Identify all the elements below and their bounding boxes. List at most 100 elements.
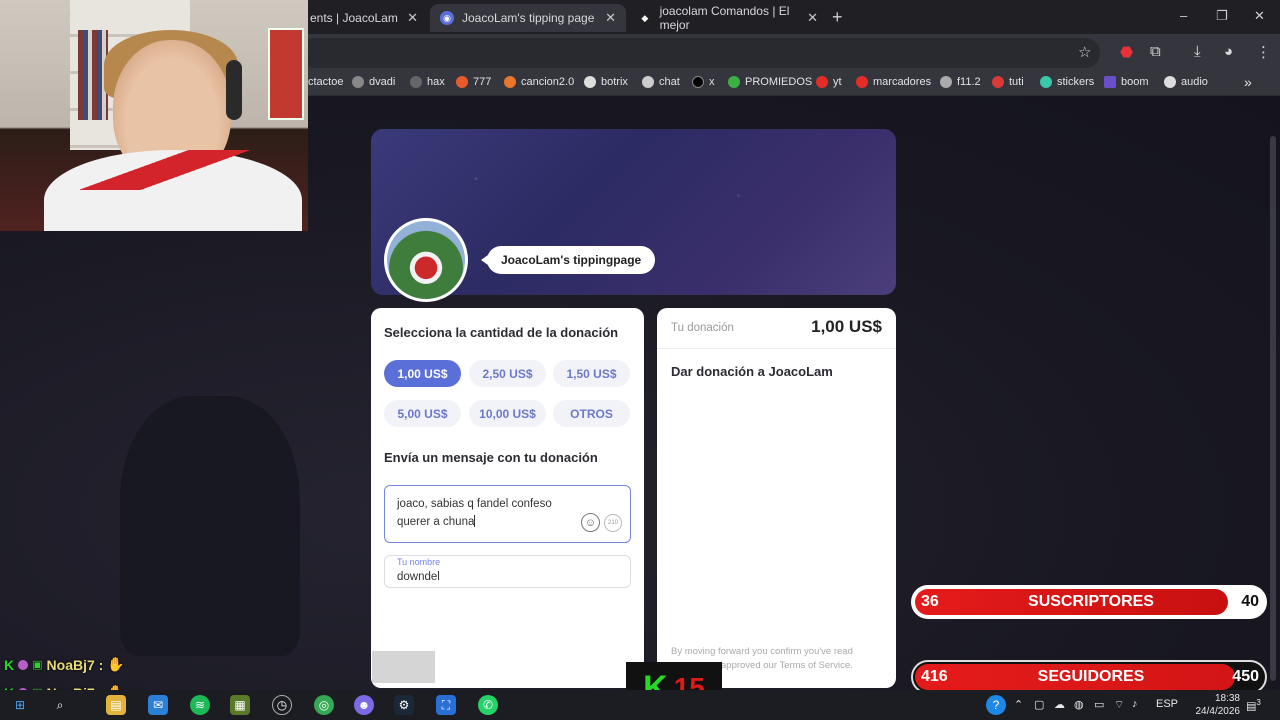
bookmark-item[interactable]: dvadi	[352, 76, 395, 88]
bookmark-star-icon[interactable]: ☆	[1078, 43, 1091, 61]
x-icon	[692, 76, 704, 88]
bookmark-item[interactable]: audio	[1164, 76, 1208, 88]
close-tab-icon[interactable]: ✕	[407, 10, 418, 26]
globe-icon	[352, 76, 364, 88]
file-explorer-icon[interactable]: ▤	[106, 695, 126, 715]
discord-icon[interactable]: ☻	[354, 695, 374, 715]
address-bar[interactable]	[300, 38, 1100, 68]
minecraft-icon[interactable]: ▦	[230, 695, 250, 715]
stickers-icon	[1040, 76, 1052, 88]
sub-badge-icon	[18, 659, 29, 670]
goal-label: SUSCRIPTORES	[1028, 593, 1154, 610]
youtube-icon	[856, 76, 868, 88]
goal-label: SEGUIDORES	[1037, 668, 1145, 685]
botrix-favicon-icon: ◆	[641, 12, 649, 23]
subscribers-goal-bar: SUSCRIPTORES 36 40	[911, 585, 1267, 619]
tray-app-icon[interactable]: ▢	[1034, 698, 1044, 711]
bookmark-item[interactable]: cancion2.0	[504, 76, 574, 88]
spotify-icon[interactable]: ≋	[190, 695, 210, 715]
tipping-favicon-icon: ◉	[440, 11, 454, 25]
amount-option-3[interactable]: 1,50 US$	[553, 360, 630, 387]
donation-amount: 1,00 US$	[811, 317, 882, 336]
close-tab-icon[interactable]: ✕	[807, 10, 818, 26]
bookmark-item[interactable]: boom	[1104, 76, 1149, 88]
bookmark-item[interactable]: x	[692, 76, 715, 88]
chat-username: NoaBj7 :	[46, 656, 104, 673]
tab-tipping-page[interactable]: ◉ JoacoLam's tipping page ✕	[430, 4, 626, 32]
audio-icon	[1164, 76, 1176, 88]
cloud-icon[interactable]: ☁	[1054, 698, 1065, 711]
emoji-picker-icon[interactable]: ☺	[581, 513, 600, 532]
name-label: Tu nombre	[397, 557, 441, 567]
minimize-icon[interactable]: –	[1180, 8, 1187, 23]
bookmark-item[interactable]: 777	[456, 76, 491, 88]
kick-badge: K	[4, 656, 15, 673]
menu-kebab-icon[interactable]: ⋮	[1256, 43, 1271, 61]
new-tab-button[interactable]: +	[832, 7, 843, 28]
amount-option-4[interactable]: 5,00 US$	[384, 400, 461, 427]
globe-icon	[940, 76, 952, 88]
amount-option-other[interactable]: OTROS	[553, 400, 630, 427]
gray-overlay-block	[372, 651, 435, 683]
message-heading: Envía un mensaje con tu donación	[384, 450, 598, 465]
divider	[657, 348, 896, 349]
amount-heading: Selecciona la cantidad de la donación	[384, 325, 619, 340]
bookmark-item[interactable]: botrix	[584, 76, 628, 88]
tray-misc-icon[interactable]: ◍	[1074, 698, 1084, 711]
search-icon[interactable]: ⌕	[50, 695, 70, 715]
donation-form-card: Selecciona la cantidad de la donación 1,…	[371, 308, 644, 688]
wifi-icon[interactable]: ⌔	[1114, 698, 1124, 712]
tray-chevron-icon[interactable]: ⌃	[1014, 698, 1023, 711]
mail-icon[interactable]: ✉	[148, 695, 168, 715]
goal-current: 36	[921, 593, 939, 610]
give-to-heading: Dar donación a JoacoLam	[671, 364, 833, 379]
chat-message: K ▣ NoaBj7 : ✋	[4, 656, 125, 673]
battery-icon[interactable]: ▭	[1094, 698, 1104, 711]
tab-label: JoacoLam's tipping page	[462, 11, 595, 25]
bookmark-item[interactable]: marcadores	[856, 76, 931, 88]
bookmarks-overflow-button[interactable]: »	[1244, 74, 1252, 90]
name-field[interactable]: Tu nombre downdel	[384, 555, 631, 588]
tuti-icon	[992, 76, 1004, 88]
bookmark-item[interactable]: hax	[410, 76, 445, 88]
bookmark-item[interactable]: stickers	[1040, 76, 1094, 88]
maximize-icon[interactable]: ❐	[1216, 8, 1228, 24]
clock-app-icon[interactable]: ◷	[272, 695, 292, 715]
download-icon[interactable]: ⤓	[1194, 43, 1201, 60]
headphones	[226, 60, 242, 120]
bookmark-item[interactable]: tuti	[992, 76, 1024, 88]
tab-achievements[interactable]: ents | JoacoLam ✕	[300, 4, 428, 32]
bookmark-item[interactable]: ctactoe	[308, 76, 343, 88]
whatsapp-icon[interactable]: ✆	[478, 695, 498, 715]
page-scrollbar[interactable]	[1270, 136, 1276, 681]
chrome-icon[interactable]: ◎	[314, 695, 334, 715]
gift-badge-icon: ▣	[32, 659, 43, 671]
amount-option-2[interactable]: 2,50 US$	[469, 360, 546, 387]
extensions-puzzle-icon[interactable]: ⧉	[1150, 43, 1161, 60]
amount-option-1[interactable]: 1,00 US$	[384, 360, 461, 387]
close-window-icon[interactable]: ✕	[1254, 8, 1265, 24]
bookmark-item[interactable]: PROMIEDOS	[728, 76, 812, 88]
extension-red-icon[interactable]: ⬣	[1120, 43, 1133, 61]
close-tab-icon[interactable]: ✕	[605, 10, 616, 26]
steam-icon[interactable]: ⚙	[394, 695, 414, 715]
bookmark-item[interactable]: yt	[816, 76, 842, 88]
windows-start-icon[interactable]: ⊞	[10, 695, 30, 715]
tab-commands[interactable]: ◆ joacolam Comandos | El mejor ✕	[628, 4, 828, 32]
goal-current: 416	[921, 668, 948, 685]
bookmark-item[interactable]: chat	[642, 76, 680, 88]
store-icon[interactable]: ⛶	[436, 695, 456, 715]
amount-option-5[interactable]: 10,00 US$	[469, 400, 546, 427]
volume-icon[interactable]: ♪	[1132, 698, 1138, 710]
system-clock[interactable]: 18:38 24/4/2026	[1196, 692, 1241, 718]
777-icon	[456, 76, 468, 88]
help-icon[interactable]: ?	[986, 695, 1006, 715]
notifications-icon[interactable]: ▤3	[1246, 698, 1261, 713]
profile-avatar-icon[interactable]: ◕	[1224, 43, 1233, 60]
bookmark-item[interactable]: f11.2	[940, 76, 981, 88]
promiedos-icon	[728, 76, 740, 88]
language-indicator[interactable]: ESP	[1156, 698, 1178, 710]
streamer-avatar	[384, 218, 468, 302]
tab-label: ents | JoacoLam	[310, 11, 398, 25]
donation-label: Tu donación	[671, 322, 734, 334]
